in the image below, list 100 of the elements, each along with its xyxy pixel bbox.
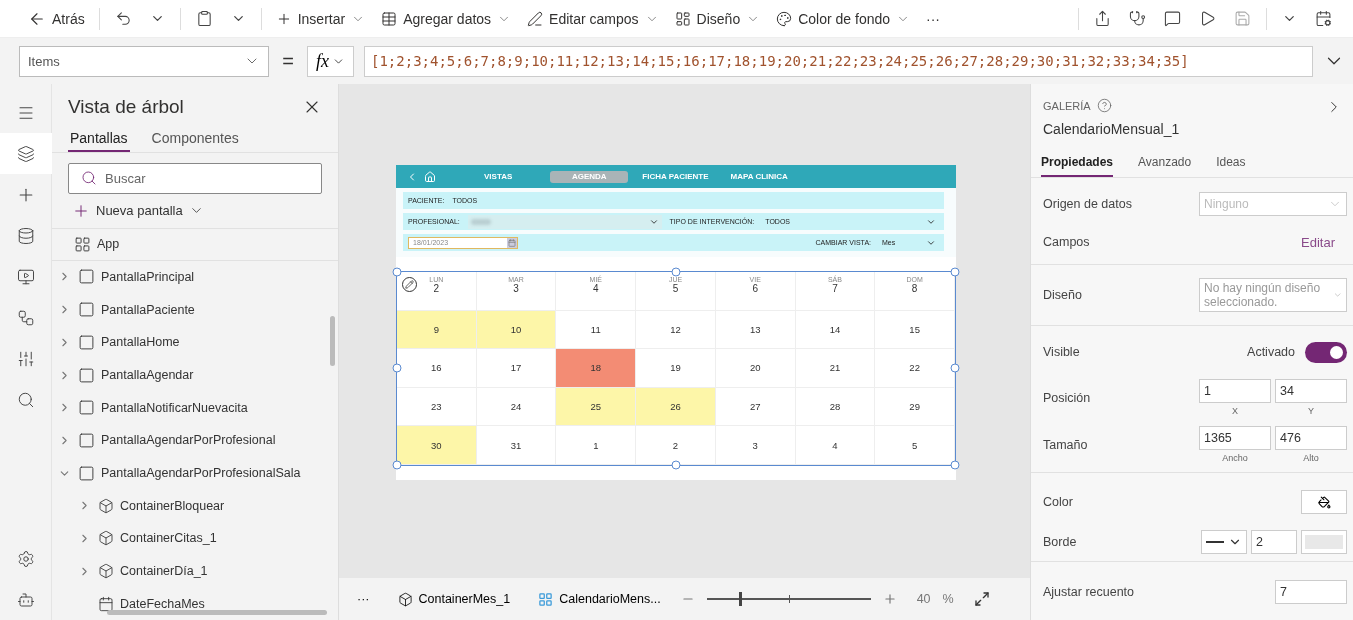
calendar-day-cell[interactable]: 23: [397, 387, 477, 427]
tree-item[interactable]: PantallaNotificarNuevacita: [101, 400, 248, 415]
toolbar-menu-button[interactable]: Editar campos: [521, 6, 665, 31]
stethoscope-icon[interactable]: [1129, 10, 1146, 27]
more-button[interactable]: ···: [920, 6, 947, 31]
breadcrumb[interactable]: ContainerMes_1: [389, 587, 519, 611]
number-field[interactable]: 1: [1199, 379, 1271, 403]
breadcrumb[interactable]: CalendarioMens...: [530, 587, 669, 611]
resize-handle[interactable]: [950, 460, 960, 470]
media-icon[interactable]: [16, 267, 35, 286]
properties-tab[interactable]: Propiedades: [1041, 149, 1114, 177]
zoom-slider-thumb[interactable]: [739, 592, 743, 606]
toolbar-menu-button[interactable]: Agregar datos: [375, 6, 518, 31]
border-color-swatch[interactable]: [1301, 530, 1347, 554]
number-field[interactable]: 7: [1275, 580, 1347, 604]
tree-item[interactable]: ContainerDía_1: [120, 564, 208, 579]
border-width-field[interactable]: 2: [1251, 530, 1297, 554]
calendar-day-cell[interactable]: 9: [397, 310, 477, 350]
number-field[interactable]: 34: [1275, 379, 1347, 403]
play-icon[interactable]: [1199, 10, 1216, 27]
settings-icon[interactable]: [16, 549, 35, 568]
calendar-day-cell[interactable]: 30: [397, 426, 477, 465]
more-button[interactable]: ···: [349, 588, 378, 610]
share-icon[interactable]: [1094, 10, 1111, 27]
calendar-day-cell[interactable]: 14: [795, 310, 876, 350]
resize-handle[interactable]: [392, 267, 402, 277]
calendar-day-cell[interactable]: 26: [636, 387, 716, 427]
properties-tab[interactable]: Avanzado: [1138, 149, 1192, 177]
panel-tab[interactable]: Pantallas: [68, 124, 130, 152]
calendar-day-cell[interactable]: 31: [476, 426, 557, 465]
calendar-day-cell[interactable]: 18: [556, 349, 637, 388]
comment-icon[interactable]: [1164, 10, 1181, 27]
calendar-day-cell[interactable]: 24: [476, 387, 557, 427]
calendar-day-cell[interactable]: 10: [476, 310, 557, 350]
undo-icon[interactable]: [114, 10, 132, 27]
tree-item[interactable]: PantallaHome: [101, 335, 180, 350]
calendar-day-cell[interactable]: 17: [476, 349, 557, 388]
toolbar-menu-button[interactable]: Insertar: [269, 6, 372, 31]
calendar-day-cell[interactable]: 4: [795, 426, 876, 465]
panel-tab[interactable]: Componentes: [149, 124, 241, 152]
tree-view-button[interactable]: [0, 133, 52, 174]
calendar-day-cell[interactable]: 20: [715, 349, 796, 388]
calendar-day-cell[interactable]: 28: [795, 387, 876, 427]
fx-button[interactable]: fx: [307, 45, 354, 77]
tree-item[interactable]: ContainerCitas_1: [120, 531, 217, 546]
tools-icon[interactable]: [16, 349, 35, 368]
calendar-day-cell[interactable]: 25: [556, 387, 637, 427]
edit-link[interactable]: Editar: [1301, 234, 1347, 250]
fit-screen-icon[interactable]: [973, 591, 990, 607]
calendar-day-cell[interactable]: 3: [715, 426, 796, 465]
resize-handle[interactable]: [671, 460, 681, 470]
calendar-day-cell[interactable]: 21: [795, 349, 876, 388]
calendar-day-cell[interactable]: 5: [875, 426, 955, 465]
resize-handle[interactable]: [392, 364, 402, 373]
calendar-day-cell[interactable]: 22: [875, 349, 955, 388]
search-field[interactable]: Buscar: [68, 163, 322, 194]
tree-item[interactable]: PantallaPrincipal: [101, 270, 195, 284]
resize-handle[interactable]: [671, 267, 681, 277]
tree-item[interactable]: ContainerBloquear: [120, 498, 225, 513]
property-label: Diseño: [1043, 288, 1082, 302]
toolbar-menu-button[interactable]: Color de fondo: [770, 6, 917, 31]
search-icon[interactable]: [16, 390, 35, 409]
tree-item[interactable]: App: [97, 237, 120, 252]
tree-item[interactable]: PantallaAgendarPorProfesionalSala: [101, 466, 301, 480]
back-button[interactable]: Atrás: [22, 5, 91, 32]
fill-color-button[interactable]: [1301, 490, 1347, 514]
calendar-day-cell[interactable]: 13: [715, 310, 796, 350]
database-icon[interactable]: [16, 226, 35, 245]
calendar-day-cell[interactable]: 16: [397, 349, 477, 388]
new-screen-button[interactable]: Nueva pantalla: [52, 194, 222, 228]
number-field[interactable]: 476: [1275, 426, 1347, 450]
paste-icon[interactable]: [195, 10, 213, 27]
home-icon[interactable]: [424, 170, 436, 183]
bot-icon[interactable]: [16, 590, 35, 609]
calendar-day-cell[interactable]: 2: [636, 426, 716, 465]
calendar-day-cell[interactable]: 12: [636, 310, 716, 350]
border-style-dropdown[interactable]: [1201, 530, 1247, 554]
tree-item[interactable]: PantallaAgendar: [101, 368, 194, 382]
help-icon[interactable]: [1096, 98, 1112, 113]
calendar-day-cell[interactable]: 11: [556, 310, 637, 350]
tree-item[interactable]: PantallaPaciente: [101, 302, 195, 317]
visible-toggle[interactable]: [1305, 341, 1347, 363]
calendar-day-cell[interactable]: 29: [875, 387, 955, 427]
properties-tab[interactable]: Ideas: [1216, 149, 1246, 177]
calendar-day-cell[interactable]: 15: [875, 310, 955, 350]
zoom-value: 40: [916, 592, 931, 606]
calendar-day-cell[interactable]: 27: [715, 387, 796, 427]
property-dropdown[interactable]: Items: [19, 45, 269, 77]
tree-item[interactable]: PantallaAgendarPorProfesional: [101, 433, 276, 448]
tree-item[interactable]: DateFechaMes: [120, 596, 205, 611]
calendar-day-cell[interactable]: 19: [636, 349, 716, 388]
resize-handle[interactable]: [950, 267, 960, 277]
formula-field[interactable]: [1;2;3;4;5;6;7;8;9;10;11;12;13;14;15;16;17;18;19;20;21;22;23;24;25;26;27;28;29;30;31;32;33;34;35]: [364, 45, 1313, 77]
resize-handle[interactable]: [950, 364, 960, 373]
flow-icon[interactable]: [16, 308, 35, 327]
calendar-day-cell[interactable]: 1: [556, 426, 637, 465]
number-field[interactable]: 1365: [1199, 426, 1271, 450]
resize-handle[interactable]: [392, 460, 402, 470]
calendar-settings-icon[interactable]: [1315, 10, 1332, 27]
toolbar-menu-button[interactable]: Diseño: [668, 6, 767, 31]
